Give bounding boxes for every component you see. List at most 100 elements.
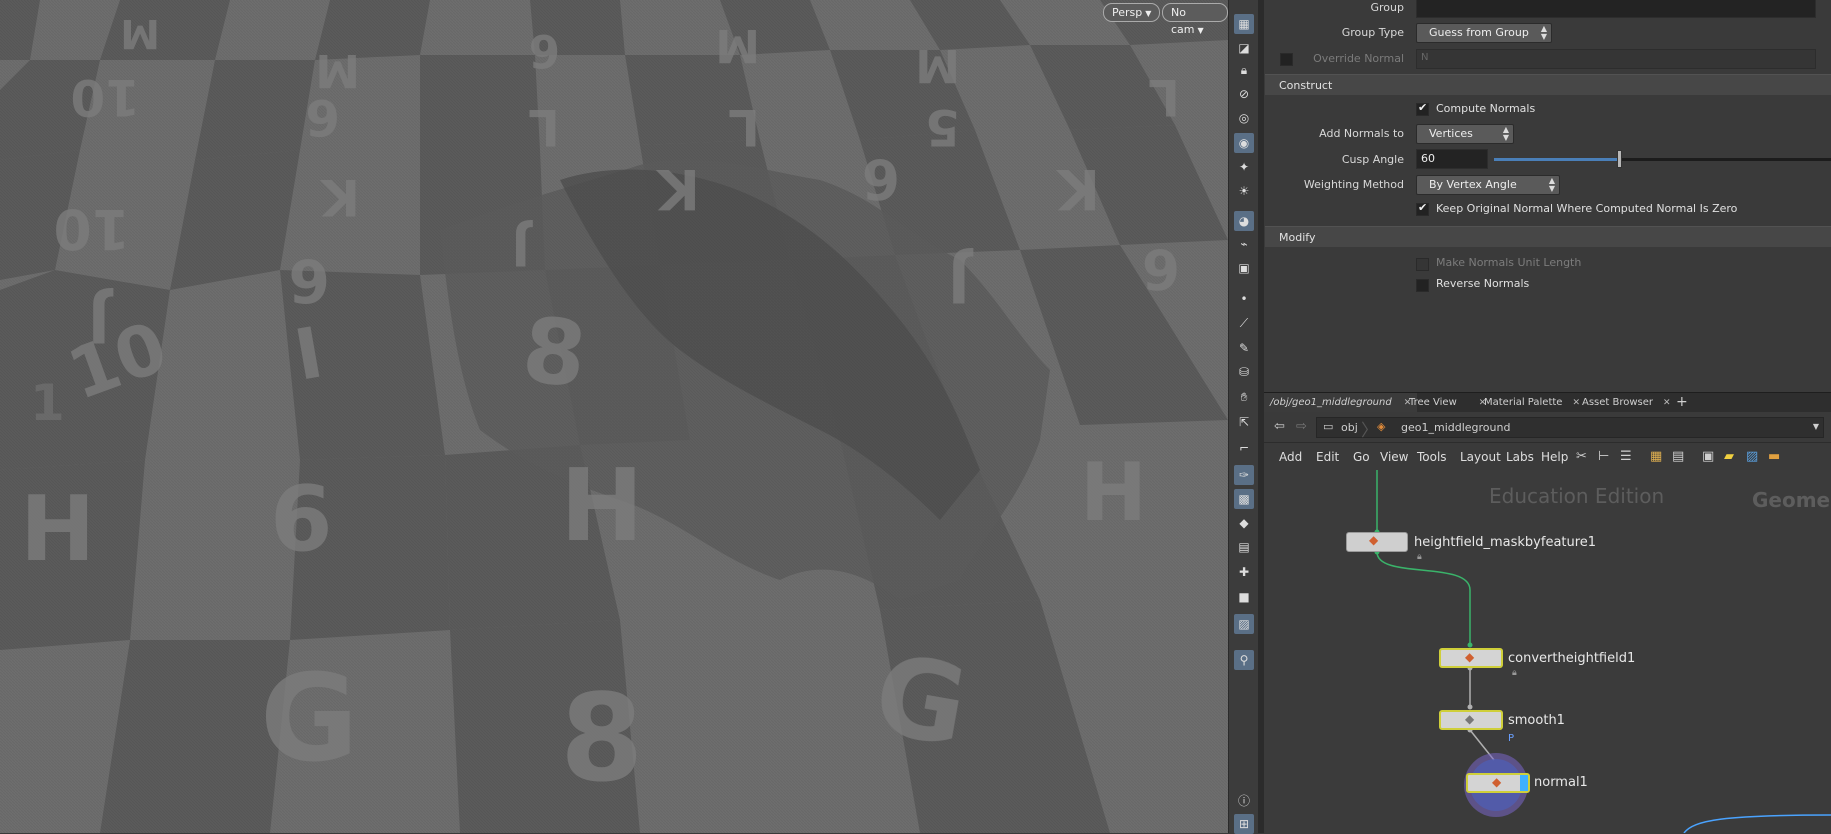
hand-icon[interactable]: ✋︎ [1234, 387, 1254, 407]
menu-help[interactable]: Help [1541, 450, 1568, 464]
transform-icon[interactable]: ✚ [1234, 562, 1254, 582]
scene-viewport[interactable]: 8 I 10 H 6 G 8 G H H J 6 J 10 K K 6 K J … [0, 0, 1228, 833]
menu-labs[interactable]: Labs [1506, 450, 1534, 464]
texture-icon[interactable]: ▤ [1234, 537, 1254, 557]
convert-node-icon: ◆ [1465, 650, 1475, 664]
menu-tools[interactable]: Tools [1417, 450, 1447, 464]
info-icon[interactable]: ⓘ [1234, 790, 1254, 810]
display-options-icon[interactable]: ▦ [1234, 14, 1254, 34]
heightfield-node-icon: ◆ [1369, 533, 1379, 547]
cursor-icon[interactable]: ⇱ [1234, 412, 1254, 432]
override-normal-field[interactable]: N [1416, 49, 1816, 69]
forward-arrow-icon[interactable]: ⇨ [1296, 419, 1307, 434]
safe-area-icon[interactable]: ⊘ [1234, 84, 1254, 104]
unit-length-checkbox[interactable] [1416, 258, 1429, 271]
pen-icon[interactable]: ✎ [1234, 338, 1254, 358]
add-tab-button[interactable]: + [1670, 393, 1694, 413]
pin-icon[interactable]: ⚲ [1234, 650, 1254, 670]
uv-icon[interactable]: ▩ [1234, 489, 1254, 509]
compute-normals-row: Compute Normals [1264, 99, 1831, 121]
smooth-node-icon: ◆ [1465, 712, 1475, 726]
ghost-icon[interactable]: ◪ [1234, 38, 1254, 58]
weighting-label: Weighting Method [1303, 178, 1404, 191]
reverse-normals-checkbox[interactable] [1416, 279, 1429, 292]
scene-camera-icon[interactable]: ▣ [1234, 258, 1254, 278]
node-label-normal[interactable]: normal1 [1534, 775, 1588, 790]
camera-menu-button[interactable]: No cam ▼ [1162, 3, 1228, 36]
menu-edit[interactable]: Edit [1316, 450, 1339, 464]
construct-section-header[interactable]: Construct [1265, 74, 1831, 95]
tab-label: /obj/geo1_middleground [1270, 397, 1392, 408]
updown-arrow-icon: ▲ ▼ [1502, 125, 1509, 142]
node-convertheightfield[interactable]: ◆ [1439, 648, 1503, 668]
brush-icon[interactable]: ⟋ [1234, 313, 1254, 333]
layout-icon[interactable]: ⊞ [1234, 814, 1254, 834]
tab-asset-browser[interactable]: Asset Browser ✕ [1576, 393, 1677, 413]
svg-text:J: J [511, 218, 533, 276]
grid-icon[interactable]: ✑ [1234, 465, 1254, 485]
keep-original-checkbox[interactable] [1416, 201, 1429, 216]
camera-label: No cam [1171, 6, 1195, 36]
stamp-icon[interactable]: ⛁ [1234, 362, 1254, 382]
override-normal-checkbox[interactable] [1280, 53, 1293, 66]
group-type-label: Group Type [1341, 26, 1404, 39]
corner-icon[interactable]: ⌐ [1234, 438, 1254, 458]
obj-icon: ▭ [1323, 420, 1334, 433]
shader-icon[interactable]: ◆ [1234, 513, 1254, 533]
wrench-icon[interactable]: ✂ [1576, 449, 1587, 464]
network-editor[interactable]: Education Edition Geome ◆ heightfield_ma… [1264, 470, 1831, 833]
group-field[interactable] [1416, 0, 1816, 18]
network-box-icon[interactable]: ▬ [1768, 449, 1780, 464]
node-label-heightfield[interactable]: heightfield_maskbyfeature1 [1414, 535, 1596, 550]
weighting-dropdown[interactable]: By Vertex Angle ▲ ▼ [1416, 175, 1560, 195]
camera-icon[interactable]: ⌁ [1234, 234, 1254, 254]
menu-view[interactable]: View [1380, 450, 1408, 464]
node-label-smooth[interactable]: smooth1 [1508, 713, 1565, 728]
display-flag[interactable] [1520, 775, 1528, 791]
modify-section-title: Modify [1279, 231, 1316, 244]
cusp-angle-slider-handle[interactable] [1617, 150, 1622, 168]
tab-network-path[interactable]: /obj/geo1_middleground ✕ [1264, 393, 1418, 413]
palette-icon[interactable]: ▣ [1702, 449, 1714, 464]
node-label-convertheightfield[interactable]: convertheightfield1 [1508, 651, 1635, 666]
cusp-angle-input[interactable]: 60 [1416, 149, 1488, 169]
cusp-angle-row: Cusp Angle 60 [1264, 149, 1831, 171]
unit-length-row: Make Normals Unit Length [1264, 253, 1831, 275]
table-view-icon[interactable]: ▤ [1672, 449, 1684, 464]
snapshot-icon[interactable]: ◎ [1234, 108, 1254, 128]
grid-view-icon[interactable]: ▦ [1650, 449, 1662, 464]
add-normals-dropdown[interactable]: Vertices ▲ ▼ [1416, 124, 1514, 144]
tab-material-palette[interactable]: Material Palette ✕ [1478, 393, 1586, 413]
lock-icon[interactable]: 🔒︎ [1234, 60, 1254, 80]
chevron-down-icon[interactable]: ▼ [1813, 422, 1819, 431]
point-icon[interactable]: • [1234, 289, 1254, 309]
box-icon[interactable]: ■ [1234, 587, 1254, 607]
light-icon[interactable]: ✦ [1234, 157, 1254, 177]
compute-normals-checkbox[interactable] [1416, 101, 1429, 116]
headlight-icon[interactable]: ◕ [1234, 211, 1254, 231]
node-normal[interactable]: ◆ [1466, 773, 1530, 793]
menu-layout[interactable]: Layout [1460, 450, 1501, 464]
menu-go[interactable]: Go [1353, 450, 1370, 464]
background-image-icon[interactable]: ▨ [1746, 449, 1758, 464]
group-type-dropdown[interactable]: Guess from Group ▲ ▼ [1416, 23, 1552, 43]
image-icon[interactable]: ▨ [1234, 614, 1254, 634]
cusp-angle-slider-track[interactable] [1494, 158, 1831, 161]
persp-menu-button[interactable]: Persp ▼ [1103, 3, 1161, 22]
path-field[interactable]: ▭ obj 〉 ◈ geo1_middleground ▼ [1316, 417, 1824, 441]
path-obj[interactable]: obj [1341, 421, 1358, 434]
node-heightfield-maskbyfeature[interactable]: ◆ [1346, 532, 1408, 552]
path-geo[interactable]: geo1_middleground [1401, 421, 1510, 434]
menu-add[interactable]: Add [1279, 450, 1302, 464]
node-smooth[interactable]: ◆ [1439, 710, 1503, 730]
light-link-icon[interactable]: ☀ [1234, 181, 1254, 201]
sticky-note-icon[interactable]: ▰ [1724, 449, 1734, 464]
tree-icon[interactable]: ⊢ [1598, 449, 1609, 464]
unit-length-label: Make Normals Unit Length [1436, 256, 1582, 269]
modify-section-header[interactable]: Modify [1265, 226, 1831, 247]
back-arrow-icon[interactable]: ⇦ [1274, 419, 1285, 434]
render-icon[interactable]: ◉ [1234, 133, 1254, 153]
svg-text:M: M [120, 10, 160, 56]
svg-text:M: M [915, 39, 960, 92]
list-icon[interactable]: ☰ [1620, 449, 1632, 464]
